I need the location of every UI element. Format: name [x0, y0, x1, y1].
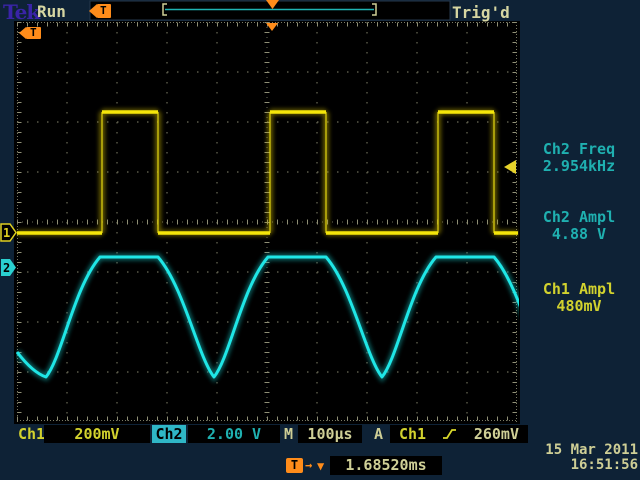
ch1-scale-readout: 200mV	[44, 425, 150, 443]
measurement-ch2-ampl: Ch2 Ampl 4.88 V	[520, 209, 638, 243]
triangle-down-icon: ▼	[317, 459, 324, 474]
measurement-value: 2.954kHz	[520, 158, 638, 175]
datetime-display: 15 Mar 2011 16:51:56	[440, 443, 638, 473]
date-text: 15 Mar 2011	[440, 443, 638, 458]
trigger-readout: Ch1 260mV	[390, 425, 528, 443]
delay-time-readout: 1.68520ms	[330, 456, 442, 475]
timebase-readout: 100µs	[298, 425, 362, 443]
trigger-mode-label: A	[374, 425, 383, 443]
graticule-trigger-t-icon: T	[30, 27, 37, 39]
trigger-source: Ch1	[399, 425, 426, 443]
acquisition-status: Run	[37, 2, 66, 21]
tek-logo: Tek	[3, 0, 39, 24]
measurement-label: Ch2 Ampl	[520, 209, 638, 226]
time-text: 16:51:56	[440, 458, 638, 473]
ch2-label-badge: Ch2	[152, 425, 186, 443]
ch2-marker-label: 2	[3, 261, 10, 275]
measurement-label: Ch2 Freq	[520, 141, 638, 158]
measurement-label: Ch1 Ampl	[520, 281, 638, 298]
record-view-bar	[89, 0, 450, 20]
arrow-right-icon: →	[305, 458, 312, 473]
measurement-ch2-freq: Ch2 Freq 2.954kHz	[520, 141, 638, 175]
ch1-label: Ch1	[18, 425, 45, 443]
rising-slope-icon	[442, 426, 457, 442]
trigger-level: 260mV	[474, 425, 519, 443]
oscilloscope-screen: Tek Run T Trig'd T 1 2 Ch2 Freq 2.954kHz…	[0, 0, 640, 480]
trigger-status: Trig'd	[452, 3, 510, 22]
timebase-label: M	[284, 425, 293, 443]
delay-trigger-t-icon: T	[286, 458, 303, 473]
measurement-ch1-ampl: Ch1 Ampl 480mV	[520, 281, 638, 315]
ch2-scale-readout: 2.00 V	[188, 425, 280, 443]
measurement-value: 480mV	[520, 298, 638, 315]
ch1-marker-label: 1	[3, 226, 10, 240]
header-trigger-t-icon: T	[100, 5, 107, 17]
measurement-value: 4.88 V	[520, 226, 638, 243]
